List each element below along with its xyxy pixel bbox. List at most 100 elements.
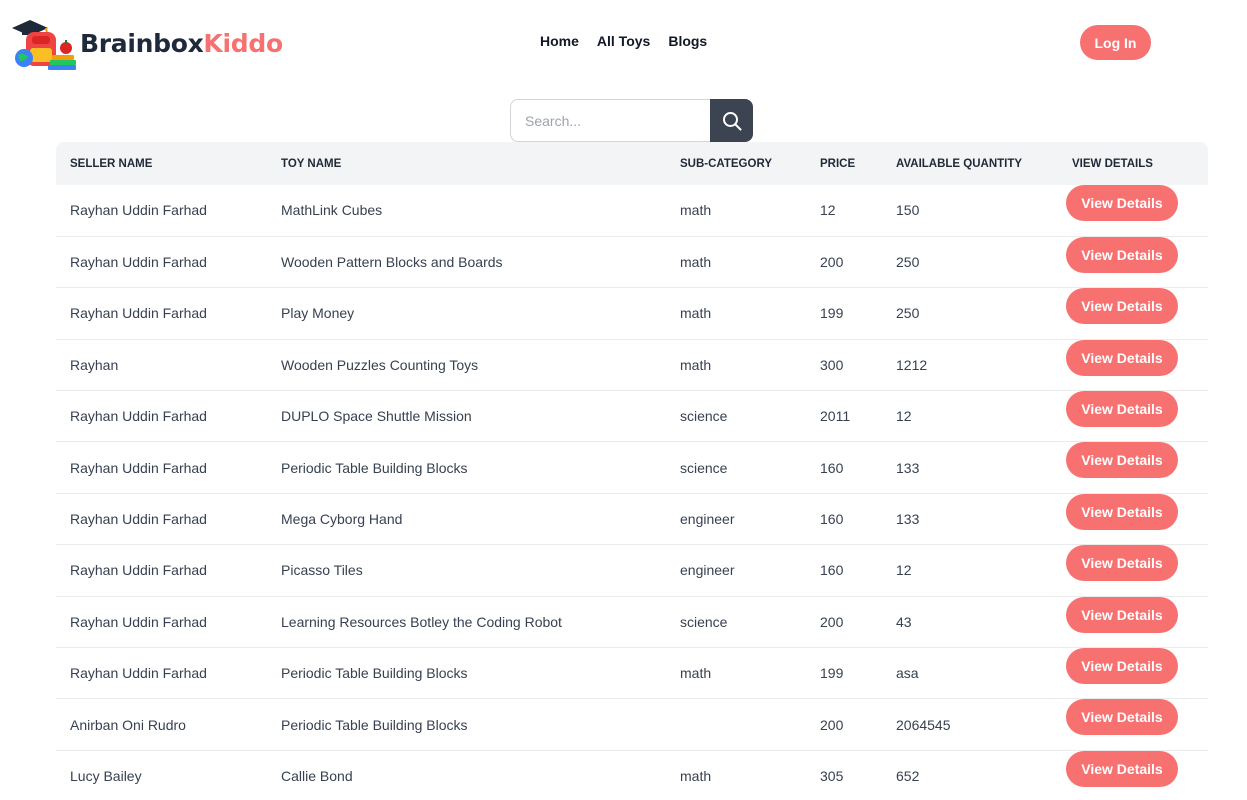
view-details-button[interactable]: View Details [1066, 596, 1178, 633]
view-details-button[interactable]: View Details [1066, 648, 1178, 685]
seller-name-cell: Rayhan Uddin Farhad [56, 596, 267, 649]
toy-name-cell: Periodic Table Building Blocks [267, 647, 666, 700]
view-details-button[interactable]: View Details [1066, 236, 1178, 273]
quantity-cell: 1212 [882, 339, 1058, 392]
toy-name-cell: DUPLO Space Shuttle Mission [267, 390, 666, 443]
price-cell: 200 [806, 236, 882, 289]
quantity-cell: 133 [882, 441, 1058, 494]
navbar: BrainboxKiddo Home All Toys Blogs Log In [0, 0, 1247, 84]
price-cell: 160 [806, 441, 882, 494]
brand-name: BrainboxKiddo [80, 29, 283, 58]
quantity-cell: 43 [882, 596, 1058, 649]
table-body: Rayhan Uddin Farhad MathLink Cubes math 12 1… [56, 185, 1208, 800]
price-cell: 199 [806, 647, 882, 700]
view-details-cell: View Details [1058, 185, 1208, 237]
search-icon [722, 111, 741, 130]
quantity-cell: 2064545 [882, 698, 1058, 751]
view-details-cell: View Details [1058, 339, 1208, 392]
table-row: Rayhan Uddin Farhad Periodic Table Buildi… [56, 647, 1208, 700]
view-details-cell: View Details [1058, 441, 1208, 494]
table-row: Rayhan Uddin Farhad DUPLO Space Shuttle M… [56, 390, 1208, 443]
view-details-button[interactable]: View Details [1066, 545, 1178, 582]
sub-category-cell: math [666, 236, 806, 289]
quantity-cell: 12 [882, 544, 1058, 597]
main-nav: Home All Toys Blogs [540, 33, 725, 49]
sub-category-cell: math [666, 185, 806, 237]
seller-name-cell: Rayhan [56, 339, 267, 392]
seller-name-cell: Rayhan Uddin Farhad [56, 390, 267, 443]
toy-name-cell: Periodic Table Building Blocks [267, 698, 666, 751]
sub-category-cell: science [666, 596, 806, 649]
search-input[interactable] [510, 99, 710, 142]
login-button[interactable]: Log In [1080, 25, 1151, 60]
quantity-cell: 12 [882, 390, 1058, 443]
sub-category-cell: math [666, 287, 806, 340]
nav-home[interactable]: Home [540, 33, 579, 49]
toys-table-container: Seller Name Toy Name Sub-Category Price … [56, 142, 1208, 800]
view-details-cell: View Details [1058, 698, 1208, 751]
view-details-cell: View Details [1058, 287, 1208, 340]
sub-category-cell: engineer [666, 493, 806, 546]
seller-name-cell: Anirban Oni Rudro [56, 698, 267, 751]
quantity-cell: 250 [882, 236, 1058, 289]
toy-name-cell: Learning Resources Botley the Coding Rob… [267, 596, 666, 649]
quantity-cell: 133 [882, 493, 1058, 546]
quantity-cell: 652 [882, 750, 1058, 800]
sub-category-cell: math [666, 339, 806, 392]
toy-name-cell: Callie Bond [267, 750, 666, 800]
view-details-button[interactable]: View Details [1066, 339, 1178, 376]
price-cell: 200 [806, 596, 882, 649]
seller-name-cell: Rayhan Uddin Farhad [56, 441, 267, 494]
toy-name-cell: Wooden Puzzles Counting Toys [267, 339, 666, 392]
toys-table: Seller Name Toy Name Sub-Category Price … [56, 142, 1208, 800]
price-cell: 200 [806, 698, 882, 751]
view-details-button[interactable]: View Details [1066, 185, 1178, 221]
view-details-cell: View Details [1058, 647, 1208, 700]
toy-name-cell: Periodic Table Building Blocks [267, 441, 666, 494]
header-seller-name: Seller Name [70, 157, 153, 170]
price-cell: 305 [806, 750, 882, 800]
nav-blogs[interactable]: Blogs [668, 33, 707, 49]
table-row: Rayhan Uddin Farhad Periodic Table Buildi… [56, 441, 1208, 494]
brand-name-part1: Brainbox [80, 28, 204, 58]
header-sub-category: Sub-Category [680, 157, 772, 170]
sub-category-cell: math [666, 750, 806, 800]
sub-category-cell: science [666, 441, 806, 494]
seller-name-cell: Lucy Bailey [56, 750, 267, 800]
search-button[interactable] [710, 99, 753, 142]
search-bar [510, 99, 753, 142]
sub-category-cell: engineer [666, 544, 806, 597]
table-row: Anirban Oni Rudro Periodic Table Building… [56, 698, 1208, 751]
price-cell: 12 [806, 185, 882, 237]
toy-name-cell: Picasso Tiles [267, 544, 666, 597]
view-details-button[interactable]: View Details [1066, 391, 1178, 428]
sub-category-cell: math [666, 647, 806, 700]
table-row: Rayhan Uddin Farhad Mega Cyborg Hand engin… [56, 493, 1208, 546]
view-details-button[interactable]: View Details [1066, 699, 1178, 736]
nav-all-toys[interactable]: All Toys [597, 33, 650, 49]
view-details-cell: View Details [1058, 390, 1208, 443]
view-details-cell: View Details [1058, 493, 1208, 546]
table-row: Rayhan Uddin Farhad MathLink Cubes math 12 1… [56, 185, 1208, 237]
toy-name-cell: Play Money [267, 287, 666, 340]
seller-name-cell: Rayhan Uddin Farhad [56, 493, 267, 546]
seller-name-cell: Rayhan Uddin Farhad [56, 236, 267, 289]
toy-name-cell: MathLink Cubes [267, 185, 666, 237]
price-cell: 160 [806, 544, 882, 597]
price-cell: 199 [806, 287, 882, 340]
seller-name-cell: Rayhan Uddin Farhad [56, 544, 267, 597]
header-view-details: View Details [1072, 157, 1153, 170]
brand-logo[interactable]: BrainboxKiddo [10, 12, 283, 74]
view-details-button[interactable]: View Details [1066, 493, 1178, 530]
quantity-cell: 250 [882, 287, 1058, 340]
price-cell: 300 [806, 339, 882, 392]
table-header-row: Seller Name Toy Name Sub-Category Price … [56, 142, 1208, 185]
view-details-cell: View Details [1058, 236, 1208, 289]
seller-name-cell: Rayhan Uddin Farhad [56, 185, 267, 237]
price-cell: 2011 [806, 390, 882, 443]
backpack-logo-icon [10, 12, 78, 74]
view-details-button[interactable]: View Details [1066, 750, 1178, 787]
table-row: Rayhan Uddin Farhad Picasso Tiles engineer… [56, 544, 1208, 597]
view-details-button[interactable]: View Details [1066, 288, 1178, 325]
view-details-button[interactable]: View Details [1066, 442, 1178, 479]
